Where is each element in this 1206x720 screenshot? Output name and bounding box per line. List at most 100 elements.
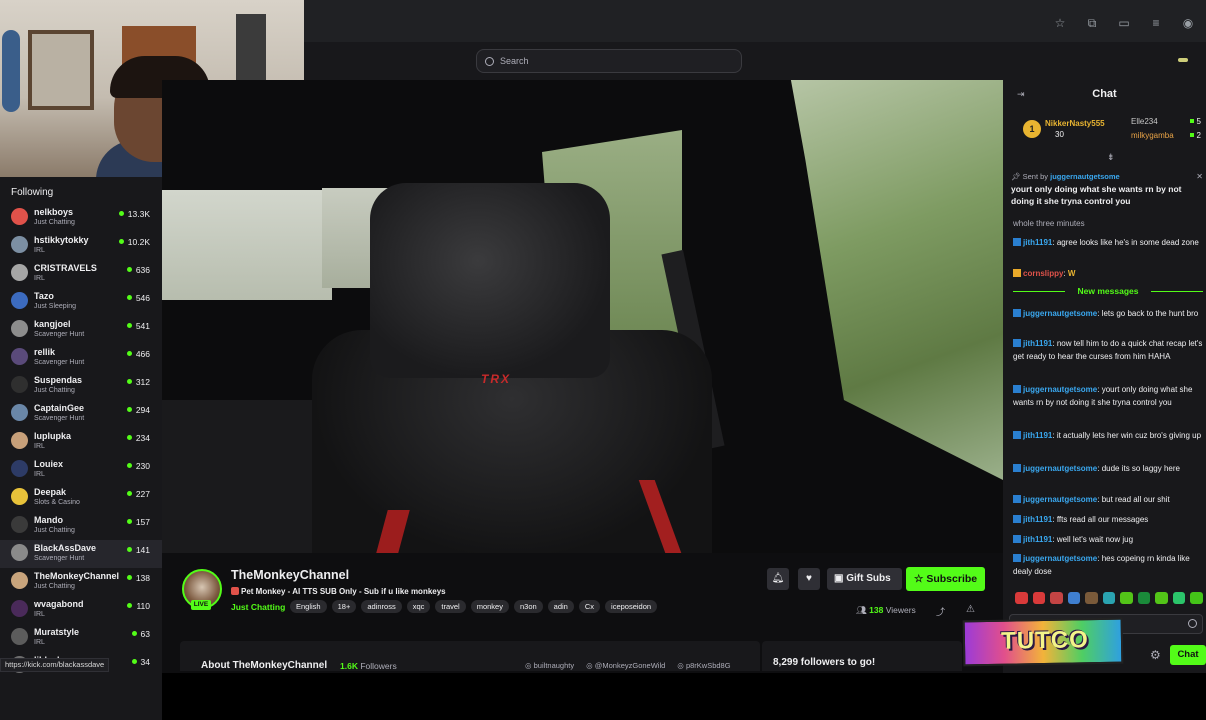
report-icon[interactable]: ⚠ <box>966 604 975 615</box>
social-link[interactable]: ◎ builtnaughty <box>525 661 574 670</box>
about-title: About TheMonkeyChannel <box>201 660 328 671</box>
new-messages-divider[interactable]: New messages <box>1013 286 1203 296</box>
discord-icon: ◎ <box>677 661 686 670</box>
chat-text: dude its so laggy here <box>1101 464 1180 473</box>
tag[interactable]: monkey <box>470 600 509 613</box>
tag[interactable]: adin <box>547 600 574 613</box>
sidebar-item-luplupka[interactable]: luplupka IRL 234 <box>0 428 162 456</box>
sidebar-item-nelkboys[interactable]: nelkboys Just Chatting 13.3K <box>0 204 162 232</box>
sidebar-item-suspendas[interactable]: Suspendas Just Chatting 312 <box>0 372 162 400</box>
tag[interactable]: Cx <box>578 600 601 613</box>
third-gifter-name[interactable]: milkygamba <box>1131 131 1174 140</box>
emote-icon[interactable] <box>1050 592 1063 604</box>
viewer-count: 312 <box>127 377 150 387</box>
channel-name: Muratstyle <box>34 627 80 637</box>
emote-icon[interactable] <box>1085 592 1098 604</box>
channel-name: luplupka <box>34 431 72 441</box>
chat-username[interactable]: juggernautgetsome <box>1013 495 1097 504</box>
emote-icon[interactable] <box>1067 592 1081 604</box>
chat-username[interactable]: jith1191 <box>1013 238 1052 247</box>
menu-icon[interactable]: ≡ <box>1148 16 1164 30</box>
emoji-icon[interactable] <box>1188 619 1197 628</box>
heart-icon[interactable]: ♥ <box>798 568 820 590</box>
chat-username[interactable]: juggernautgetsome <box>1013 309 1097 318</box>
sidebar-item-cristravels[interactable]: CRISTRAVELS IRL 636 <box>0 260 162 288</box>
channel-category: IRL <box>34 443 45 450</box>
cast-icon[interactable]: ▭ <box>1116 16 1132 30</box>
chat-username[interactable]: jith1191 <box>1013 535 1052 544</box>
sidebar-item-themonkeychannel[interactable]: TheMonkeyChannel Just Chatting 138 <box>0 568 162 596</box>
tag[interactable]: iceposeidon <box>605 600 658 613</box>
tag[interactable]: English <box>290 600 327 613</box>
emote-icon[interactable] <box>1032 592 1046 604</box>
channel-name: kangjoel <box>34 319 71 329</box>
emote-bar[interactable] <box>1015 592 1204 606</box>
emote-icon[interactable] <box>1120 592 1133 604</box>
channel-name: rellik <box>34 347 56 357</box>
chat-username[interactable]: jith1191 <box>1013 515 1052 524</box>
unpin-icon[interactable]: ✕ <box>1196 172 1203 181</box>
social-link[interactable]: ◎ p8rKwSbd8G <box>677 661 730 670</box>
gear-icon[interactable]: ⚙ <box>1150 648 1161 662</box>
video-player[interactable]: TRX <box>162 80 1003 553</box>
tag[interactable]: adinross <box>361 600 402 613</box>
second-gifter-name[interactable]: Elle234 <box>1131 117 1158 126</box>
chat-username[interactable]: jith1191 <box>1013 431 1052 440</box>
channel-sticker: TUTCO <box>962 617 1124 667</box>
viewer-number: 138 <box>869 605 884 615</box>
sidebar-item-deepak[interactable]: Deepak Slots & Casino 227 <box>0 484 162 512</box>
emote-icon[interactable] <box>1102 592 1116 604</box>
sidebar-item-tazo[interactable]: Tazo Just Sleeping 546 <box>0 288 162 316</box>
profile-icon[interactable]: ◉ <box>1180 16 1196 30</box>
tag[interactable]: 18+ <box>331 600 357 613</box>
sidebar-item-wvagabond[interactable]: wvagabond IRL 110 <box>0 596 162 624</box>
bell-icon[interactable]: 🔔︎ <box>767 568 789 590</box>
extensions-icon[interactable]: ⧉ <box>1084 16 1100 30</box>
avatar <box>11 516 28 533</box>
channel-name[interactable]: TheMonkeyChannel <box>231 568 349 582</box>
emote-icon[interactable] <box>1137 592 1151 604</box>
share-icon[interactable]: ⤴ <box>936 605 945 618</box>
emote-icon[interactable] <box>1172 592 1186 604</box>
pinned-user[interactable]: juggernautgetsome <box>1050 172 1120 181</box>
sidebar-item-muratstyle[interactable]: Muratstyle IRL 63 <box>0 624 162 652</box>
sidebar-item-rellik[interactable]: rellik Scavenger Hunt 466 <box>0 344 162 372</box>
notification-indicator[interactable] <box>1178 58 1188 62</box>
pinned-text: yourt only doing what she wants rn by no… <box>1011 184 1182 206</box>
chat-username[interactable]: juggernautgetsome <box>1013 385 1097 394</box>
top-gifter-name[interactable]: NikkerNasty555 <box>1045 119 1105 128</box>
chat-send-button[interactable]: Chat <box>1170 645 1206 665</box>
subscribe-button[interactable]: ☆ Subscribe <box>906 567 985 591</box>
viewer-count: 466 <box>127 349 150 359</box>
chat-username[interactable]: jith1191 <box>1013 339 1052 348</box>
gift-subs-button[interactable]: ▣ Gift Subs <box>827 568 902 590</box>
stream-category[interactable]: Just Chatting <box>231 602 285 612</box>
sidebar-item-kangjoel[interactable]: kangjoel Scavenger Hunt 541 <box>0 316 162 344</box>
emote-icon[interactable] <box>1155 592 1168 604</box>
tag[interactable]: xqc <box>406 600 431 613</box>
tag[interactable]: travel <box>435 600 466 613</box>
viewer-count: 636 <box>127 265 150 275</box>
chat-username[interactable]: juggernautgetsome <box>1013 464 1097 473</box>
subscribe-label: Subscribe <box>926 573 978 585</box>
side-window-right <box>790 80 1003 480</box>
channel-category: Just Chatting <box>34 387 75 394</box>
chat-username[interactable]: juggernautgetsome <box>1013 554 1097 563</box>
social-handle: @MonkeyzGoneWild <box>594 661 666 670</box>
expand-pinned-icon[interactable]: ⇟ <box>1107 152 1115 163</box>
chat-username[interactable]: cornslippy <box>1013 269 1063 278</box>
channel-name: nelkboys <box>34 207 74 217</box>
sidebar-item-captaingee[interactable]: CaptainGee Scavenger Hunt 294 <box>0 400 162 428</box>
tag[interactable]: n3on <box>513 600 543 613</box>
viewer-count: 10.2K <box>119 237 150 247</box>
sidebar-item-blackassdave[interactable]: BlackAssDave Scavenger Hunt 141 <box>0 540 162 568</box>
channel-category: Scavenger Hunt <box>34 359 85 366</box>
social-link[interactable]: ◎ @MonkeyzGoneWild <box>586 661 665 670</box>
sidebar-item-hstikkytokky[interactable]: hstikkytokky IRL 10.2K <box>0 232 162 260</box>
star-icon[interactable]: ☆ <box>1052 16 1068 30</box>
emote-icon[interactable] <box>1015 592 1028 604</box>
sidebar-item-louiex[interactable]: Louiex IRL 230 <box>0 456 162 484</box>
sidebar-item-mando[interactable]: Mando Just Chatting 157 <box>0 512 162 540</box>
search-input[interactable]: Search <box>476 49 742 73</box>
emote-icon[interactable] <box>1190 592 1204 604</box>
